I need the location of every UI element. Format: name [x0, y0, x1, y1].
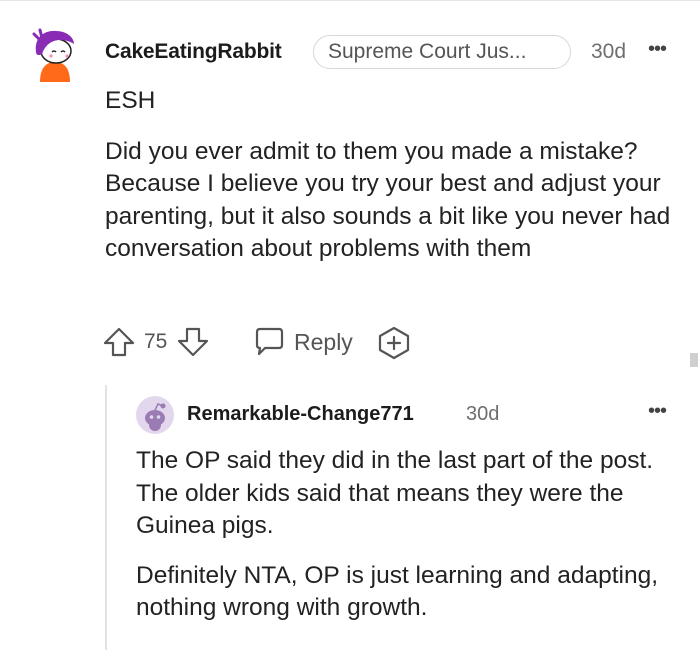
user-avatar[interactable]	[30, 28, 80, 82]
reply-paragraph: The OP said they did in the last part of…	[136, 447, 654, 539]
award-plus-icon	[378, 326, 410, 360]
speech-bubble-icon	[255, 327, 284, 356]
upvote-icon[interactable]	[102, 326, 136, 358]
default-snoo-avatar-icon	[136, 396, 174, 434]
user-flair: Supreme Court Jus...	[313, 35, 571, 69]
reply-timestamp[interactable]: 30d	[466, 403, 499, 426]
reply-label: Reply	[294, 328, 353, 355]
reply-author[interactable]: Remarkable-Change771	[187, 403, 414, 426]
comment-author[interactable]: CakeEatingRabbit	[105, 40, 282, 64]
comment-body: ESH Did you ever admit to them you made …	[105, 85, 690, 284]
comment-paragraph: Did you ever admit to them you made a mi…	[105, 137, 671, 263]
more-options-icon[interactable]: •••	[648, 400, 667, 423]
snoo-avatar-icon	[32, 28, 74, 82]
comment-timestamp[interactable]: 30d	[591, 40, 626, 64]
comment-paragraph: ESH	[105, 87, 156, 114]
reply-user-avatar[interactable]	[136, 396, 174, 434]
thread-line[interactable]	[105, 385, 107, 650]
scrollbar-thumb[interactable]	[690, 353, 698, 367]
comment-actions: 75 Reply	[102, 322, 432, 362]
reply-button[interactable]: Reply	[252, 326, 353, 358]
reply-paragraph: Definitely NTA, OP is just learning and …	[136, 561, 659, 622]
downvote-icon[interactable]	[176, 326, 210, 358]
more-options-icon[interactable]: •••	[648, 38, 667, 61]
reply-body: The OP said they did in the last part of…	[136, 445, 686, 642]
award-button[interactable]	[376, 326, 412, 360]
comment-thread: CakeEatingRabbit Supreme Court Jus... 30…	[0, 0, 700, 650]
vote-score: 75	[144, 330, 168, 353]
